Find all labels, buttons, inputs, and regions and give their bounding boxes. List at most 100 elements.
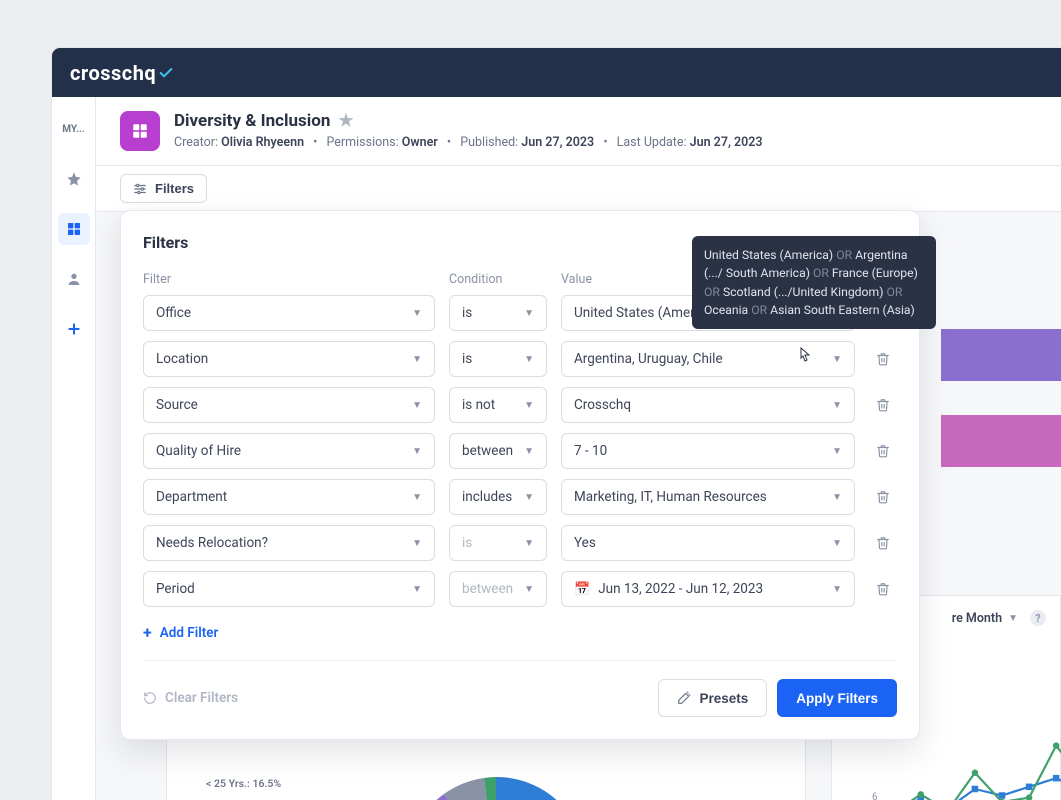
filter-condition-label: between (462, 581, 524, 597)
filter-condition-select[interactable]: is▼ (449, 295, 547, 331)
filter-condition-select: is▼ (449, 525, 547, 561)
presets-button[interactable]: Presets (658, 679, 767, 717)
lastupdate-value: Jun 27, 2023 (690, 135, 763, 150)
tooltip-or: OR (836, 248, 852, 262)
chevron-down-icon: ▼ (412, 538, 422, 549)
filters-button[interactable]: Filters (120, 174, 207, 203)
filter-field-select[interactable]: Quality of Hire▼ (143, 433, 435, 469)
delete-filter-button[interactable] (869, 575, 897, 603)
filter-condition-label: is (462, 535, 524, 551)
trash-icon (876, 535, 890, 551)
plus-icon (66, 321, 82, 337)
filter-value-select[interactable]: Yes▼ (561, 525, 855, 561)
bar-2 (941, 415, 1061, 467)
bar-1 (941, 329, 1061, 381)
favorite-star-icon[interactable]: ★ (338, 111, 353, 131)
filter-condition-select[interactable]: includes▼ (449, 479, 547, 515)
filters-panel-footer: Clear Filters Presets Apply Filters (143, 660, 897, 717)
creator-name: Olivia Rhyeenn (221, 135, 304, 150)
sidenav-item-add[interactable] (58, 313, 90, 345)
trash-icon (876, 443, 890, 459)
chevron-down-icon: ▼ (832, 584, 842, 595)
permissions-label: Permissions: (327, 135, 399, 150)
tooltip-value: Asian South Eastern (Asia) (770, 303, 915, 317)
sidenav-item-my[interactable]: MY... (58, 113, 90, 145)
lastupdate-label: Last Update: (617, 135, 687, 150)
filter-value-label: Marketing, IT, Human Resources (574, 489, 832, 505)
tooltip-or: OR (704, 285, 720, 299)
brand-logo[interactable]: crosschq (70, 61, 174, 85)
apply-filters-button[interactable]: Apply Filters (777, 679, 897, 717)
filter-row: Source▼is not▼Crosschq▼ (143, 387, 897, 423)
filters-button-label: Filters (155, 181, 194, 196)
page-meta: Creator: Olivia Rhyeenn • Permissions: O… (174, 135, 763, 150)
filter-condition-select[interactable]: is not▼ (449, 387, 547, 423)
period-dropdown[interactable]: re Month (952, 611, 1002, 626)
grid-icon (66, 221, 82, 237)
delete-filter-button[interactable] (869, 437, 897, 465)
sidenav-item-dashboards[interactable] (58, 213, 90, 245)
chevron-down-icon: ▼ (524, 492, 534, 503)
filter-condition-select: between▼ (449, 571, 547, 607)
header-filter: Filter (143, 272, 435, 287)
filter-field-select[interactable]: Period▼ (143, 571, 435, 607)
chevron-down-icon: ▼ (412, 446, 422, 457)
page-header: Diversity & Inclusion ★ Creator: Olivia … (96, 97, 1061, 166)
filter-condition-select[interactable]: between▼ (449, 433, 547, 469)
chevron-down-icon: ▼ (524, 538, 534, 549)
filter-field-select[interactable]: Department▼ (143, 479, 435, 515)
filter-condition-select[interactable]: is▼ (449, 341, 547, 377)
clear-filters-button[interactable]: Clear Filters (143, 690, 238, 706)
filter-condition-label: includes (462, 489, 524, 505)
sliders-icon (133, 182, 147, 196)
chevron-down-icon: ▼ (1008, 613, 1018, 624)
filter-value-label: Argentina, Uruguay, Chile (574, 351, 832, 367)
filter-row: Location▼ is▼ Argentina, Uruguay, Chile ▼ (143, 341, 897, 377)
filter-field-select[interactable]: Location▼ (143, 341, 435, 377)
filter-row: Period▼between▼📅Jun 13, 2022 - Jun 12, 2… (143, 571, 897, 607)
sidenav-item-favorites[interactable] (58, 163, 90, 195)
chevron-down-icon: ▼ (412, 308, 422, 319)
presets-label: Presets (699, 691, 748, 706)
filter-field-label: Quality of Hire (156, 443, 412, 459)
filter-field-select[interactable]: Needs Relocation?▼ (143, 525, 435, 561)
tooltip-value: France (Europe) (832, 266, 918, 280)
filter-value-select[interactable]: Crosschq▼ (561, 387, 855, 423)
delete-filter-button[interactable] (869, 529, 897, 557)
filter-rows: Office▼is▼United States (America) OR Arg… (143, 295, 897, 607)
delete-filter-button[interactable] (869, 483, 897, 511)
chevron-down-icon: ▼ (832, 538, 842, 549)
add-filter-label: Add Filter (160, 625, 219, 641)
clear-filters-label: Clear Filters (165, 690, 238, 706)
chevron-down-icon: ▼ (412, 354, 422, 365)
chevron-down-icon: ▼ (412, 492, 422, 503)
delete-filter-button[interactable] (869, 345, 897, 373)
main-wrap: MY... Diversity & Inc (52, 97, 1061, 800)
page-title: Diversity & Inclusion ★ (174, 111, 354, 131)
content: Diversity & Inclusion ★ Creator: Olivia … (96, 97, 1061, 800)
filter-condition-label: is not (462, 397, 524, 413)
filter-field-select[interactable]: Source▼ (143, 387, 435, 423)
chevron-down-icon: ▼ (524, 308, 534, 319)
filter-row: Quality of Hire▼ between▼ 7 - 10▼ (143, 433, 897, 469)
filter-field-label: Location (156, 351, 412, 367)
sidenav-item-people[interactable] (58, 263, 90, 295)
page-icon (120, 111, 160, 151)
add-filter-button[interactable]: + Add Filter (143, 623, 218, 642)
sidenav-my-label: MY... (62, 124, 84, 135)
filter-value-select[interactable]: 📅Jun 13, 2022 - Jun 12, 2023▼ (561, 571, 855, 607)
chevron-down-icon: ▼ (832, 400, 842, 411)
donut-label-1: < 25 Yrs.: 16.5% (206, 777, 419, 790)
permissions-value: Owner (402, 135, 438, 150)
filter-value-select[interactable]: Marketing, IT, Human Resources▼ (561, 479, 855, 515)
filter-value-label: Jun 13, 2022 - Jun 12, 2023 (598, 581, 832, 597)
filter-field-label: Period (156, 581, 412, 597)
delete-filter-button[interactable] (869, 391, 897, 419)
brand-check-icon (158, 65, 174, 81)
meta-dot: • (313, 135, 317, 150)
refresh-icon (143, 691, 157, 705)
published-value: Jun 27, 2023 (521, 135, 594, 150)
filter-value-select[interactable]: 7 - 10▼ (561, 433, 855, 469)
filter-field-select[interactable]: Office▼ (143, 295, 435, 331)
help-icon[interactable]: ? (1030, 610, 1046, 626)
